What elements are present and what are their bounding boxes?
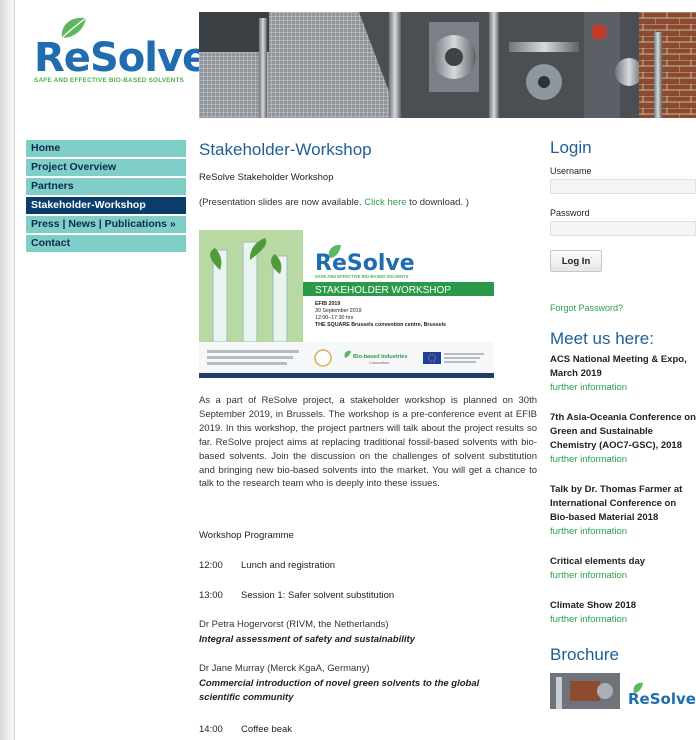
poster-graphic: ReSolve SAFE AND EFFECTIVE BIO-BASED SOL… <box>199 230 494 378</box>
event-item: Climate Show 2018 further information <box>550 599 696 627</box>
poster-line-3: 12:00–17:30 hrs <box>315 315 354 321</box>
nav-item-contact[interactable]: Contact <box>26 235 186 252</box>
event-item: 7th Asia-Oceania Conference on Green and… <box>550 411 696 467</box>
programme-label: Lunch and registration <box>241 560 336 571</box>
main-content: Stakeholder-Workshop ReSolve Stakeholder… <box>199 138 537 735</box>
workshop-poster-image: ReSolve SAFE AND EFFECTIVE BIO-BASED SOL… <box>199 230 494 378</box>
page-title: Stakeholder-Workshop <box>199 140 372 159</box>
meet-us-heading: Meet us here: <box>550 329 654 348</box>
window-left-edge <box>0 0 14 740</box>
speaker-entry: Dr Jane Murray (Merck KgaA, Germany) Com… <box>199 663 537 705</box>
programme-time: 13:00 <box>199 590 223 601</box>
talk-title: Integral assessment of safety and sustai… <box>199 634 415 645</box>
nav-item-project-overview[interactable]: Project Overview <box>26 159 186 176</box>
nav-item-partners[interactable]: Partners <box>26 178 186 195</box>
workshop-description: As a part of ReSolve project, a stakehol… <box>199 395 537 490</box>
right-sidebar: Login Username Password Log In Forgot Pa… <box>550 138 696 709</box>
nav-item-home[interactable]: Home <box>26 140 186 157</box>
poster-bbi-subtext: Consortium <box>369 360 390 365</box>
programme-item: 14:00 Coffee beak <box>199 724 292 735</box>
password-field[interactable] <box>550 221 696 236</box>
poster-tagline: SAFE AND EFFECTIVE BIO-BASED SOLVENTS <box>315 274 409 279</box>
brochure-thumbnail[interactable]: ReSolve <box>550 673 696 709</box>
event-title: ACS National Meeting & Expo, March 2019 <box>550 354 687 379</box>
logo-re: Re <box>34 35 91 81</box>
event-title: 7th Asia-Oceania Conference on Green and… <box>550 412 696 451</box>
event-link[interactable]: further information <box>550 381 696 395</box>
programme-item: 12:00 Lunch and registration <box>199 560 335 571</box>
slides-notice: (Presentation slides are now available. … <box>199 197 537 208</box>
event-link[interactable]: further information <box>550 525 696 539</box>
poster-logo-re: Re <box>315 251 347 276</box>
talk-title: Commercial introduction of novel green s… <box>199 678 480 703</box>
event-link[interactable]: further information <box>550 453 696 467</box>
speaker-name: Dr Jane Murray (Merck KgaA, Germany) <box>199 663 370 674</box>
brochure-logo-text: ReSolve <box>628 690 696 708</box>
username-label: Username <box>550 166 592 176</box>
event-title: Critical elements day <box>550 556 646 567</box>
programme-item: 13:00 Session 1: Safer solvent substituti… <box>199 590 394 601</box>
brochure-image: ReSolve <box>550 673 696 709</box>
logo-tagline: SAFE AND EFFECTIVE BIO-BASED SOLVENTS <box>34 77 185 84</box>
programme-label: Session 1: Safer solvent substitution <box>241 590 395 601</box>
download-slides-link[interactable]: Click here <box>364 197 406 208</box>
programme-time: 12:00 <box>199 560 223 571</box>
event-item: Critical elements day further informatio… <box>550 555 696 583</box>
login-button[interactable]: Log In <box>550 250 602 272</box>
resolve-logo[interactable]: ReSolve SAFE AND EFFECTIVE BIO-BASED SOL… <box>30 12 209 92</box>
nav-item-press-news-publications[interactable]: Press | News | Publications » <box>26 216 186 233</box>
programme-label: Coffee beak <box>241 724 293 735</box>
poster-logo-wordmark: ReSolve <box>315 251 415 276</box>
password-label: Password <box>550 208 590 218</box>
username-field[interactable] <box>550 179 696 194</box>
poster-line-4: THE SQUARE Brussels convention centre, B… <box>315 322 446 328</box>
login-heading: Login <box>550 138 592 157</box>
main-navigation: Home Project Overview Partners Stakehold… <box>26 140 186 254</box>
poster-banner-text: STAKEHOLDER WORKSHOP <box>315 285 451 296</box>
brochure-heading: Brochure <box>550 645 619 664</box>
poster-line-2: 30 September 2019 <box>315 308 362 314</box>
speaker-name: Dr Petra Hogervorst (RIVM, the Netherlan… <box>199 619 389 630</box>
event-item: ACS National Meeting & Expo, March 2019 … <box>550 353 696 395</box>
window-left-divider <box>14 0 15 740</box>
poster-line-1: EFIB 2019 <box>315 301 340 307</box>
slides-prefix: (Presentation slides are now available. <box>199 197 365 208</box>
event-title: Climate Show 2018 <box>550 600 637 611</box>
logo-solve: Solve <box>89 35 209 81</box>
header-banner-image <box>199 12 696 118</box>
poster-logo-solve: Solve <box>347 251 415 276</box>
programme-time: 14:00 <box>199 724 223 735</box>
event-title: Talk by Dr. Thomas Farmer at Internation… <box>550 484 683 523</box>
logo-wordmark: ReSolve <box>34 35 209 81</box>
event-link[interactable]: further information <box>550 613 696 627</box>
industrial-lab-photo <box>199 12 696 118</box>
page-subtitle: ReSolve Stakeholder Workshop <box>199 172 334 183</box>
speaker-entry: Dr Petra Hogervorst (RIVM, the Netherlan… <box>199 619 537 647</box>
event-link[interactable]: further information <box>550 569 696 583</box>
slides-suffix: to download. ) <box>406 197 469 208</box>
nav-item-stakeholder-workshop[interactable]: Stakeholder-Workshop <box>26 197 186 214</box>
forgot-password-link[interactable]: Forgot Password? <box>550 303 696 313</box>
programme-heading: Workshop Programme <box>199 530 294 541</box>
event-item: Talk by Dr. Thomas Farmer at Internation… <box>550 483 696 539</box>
